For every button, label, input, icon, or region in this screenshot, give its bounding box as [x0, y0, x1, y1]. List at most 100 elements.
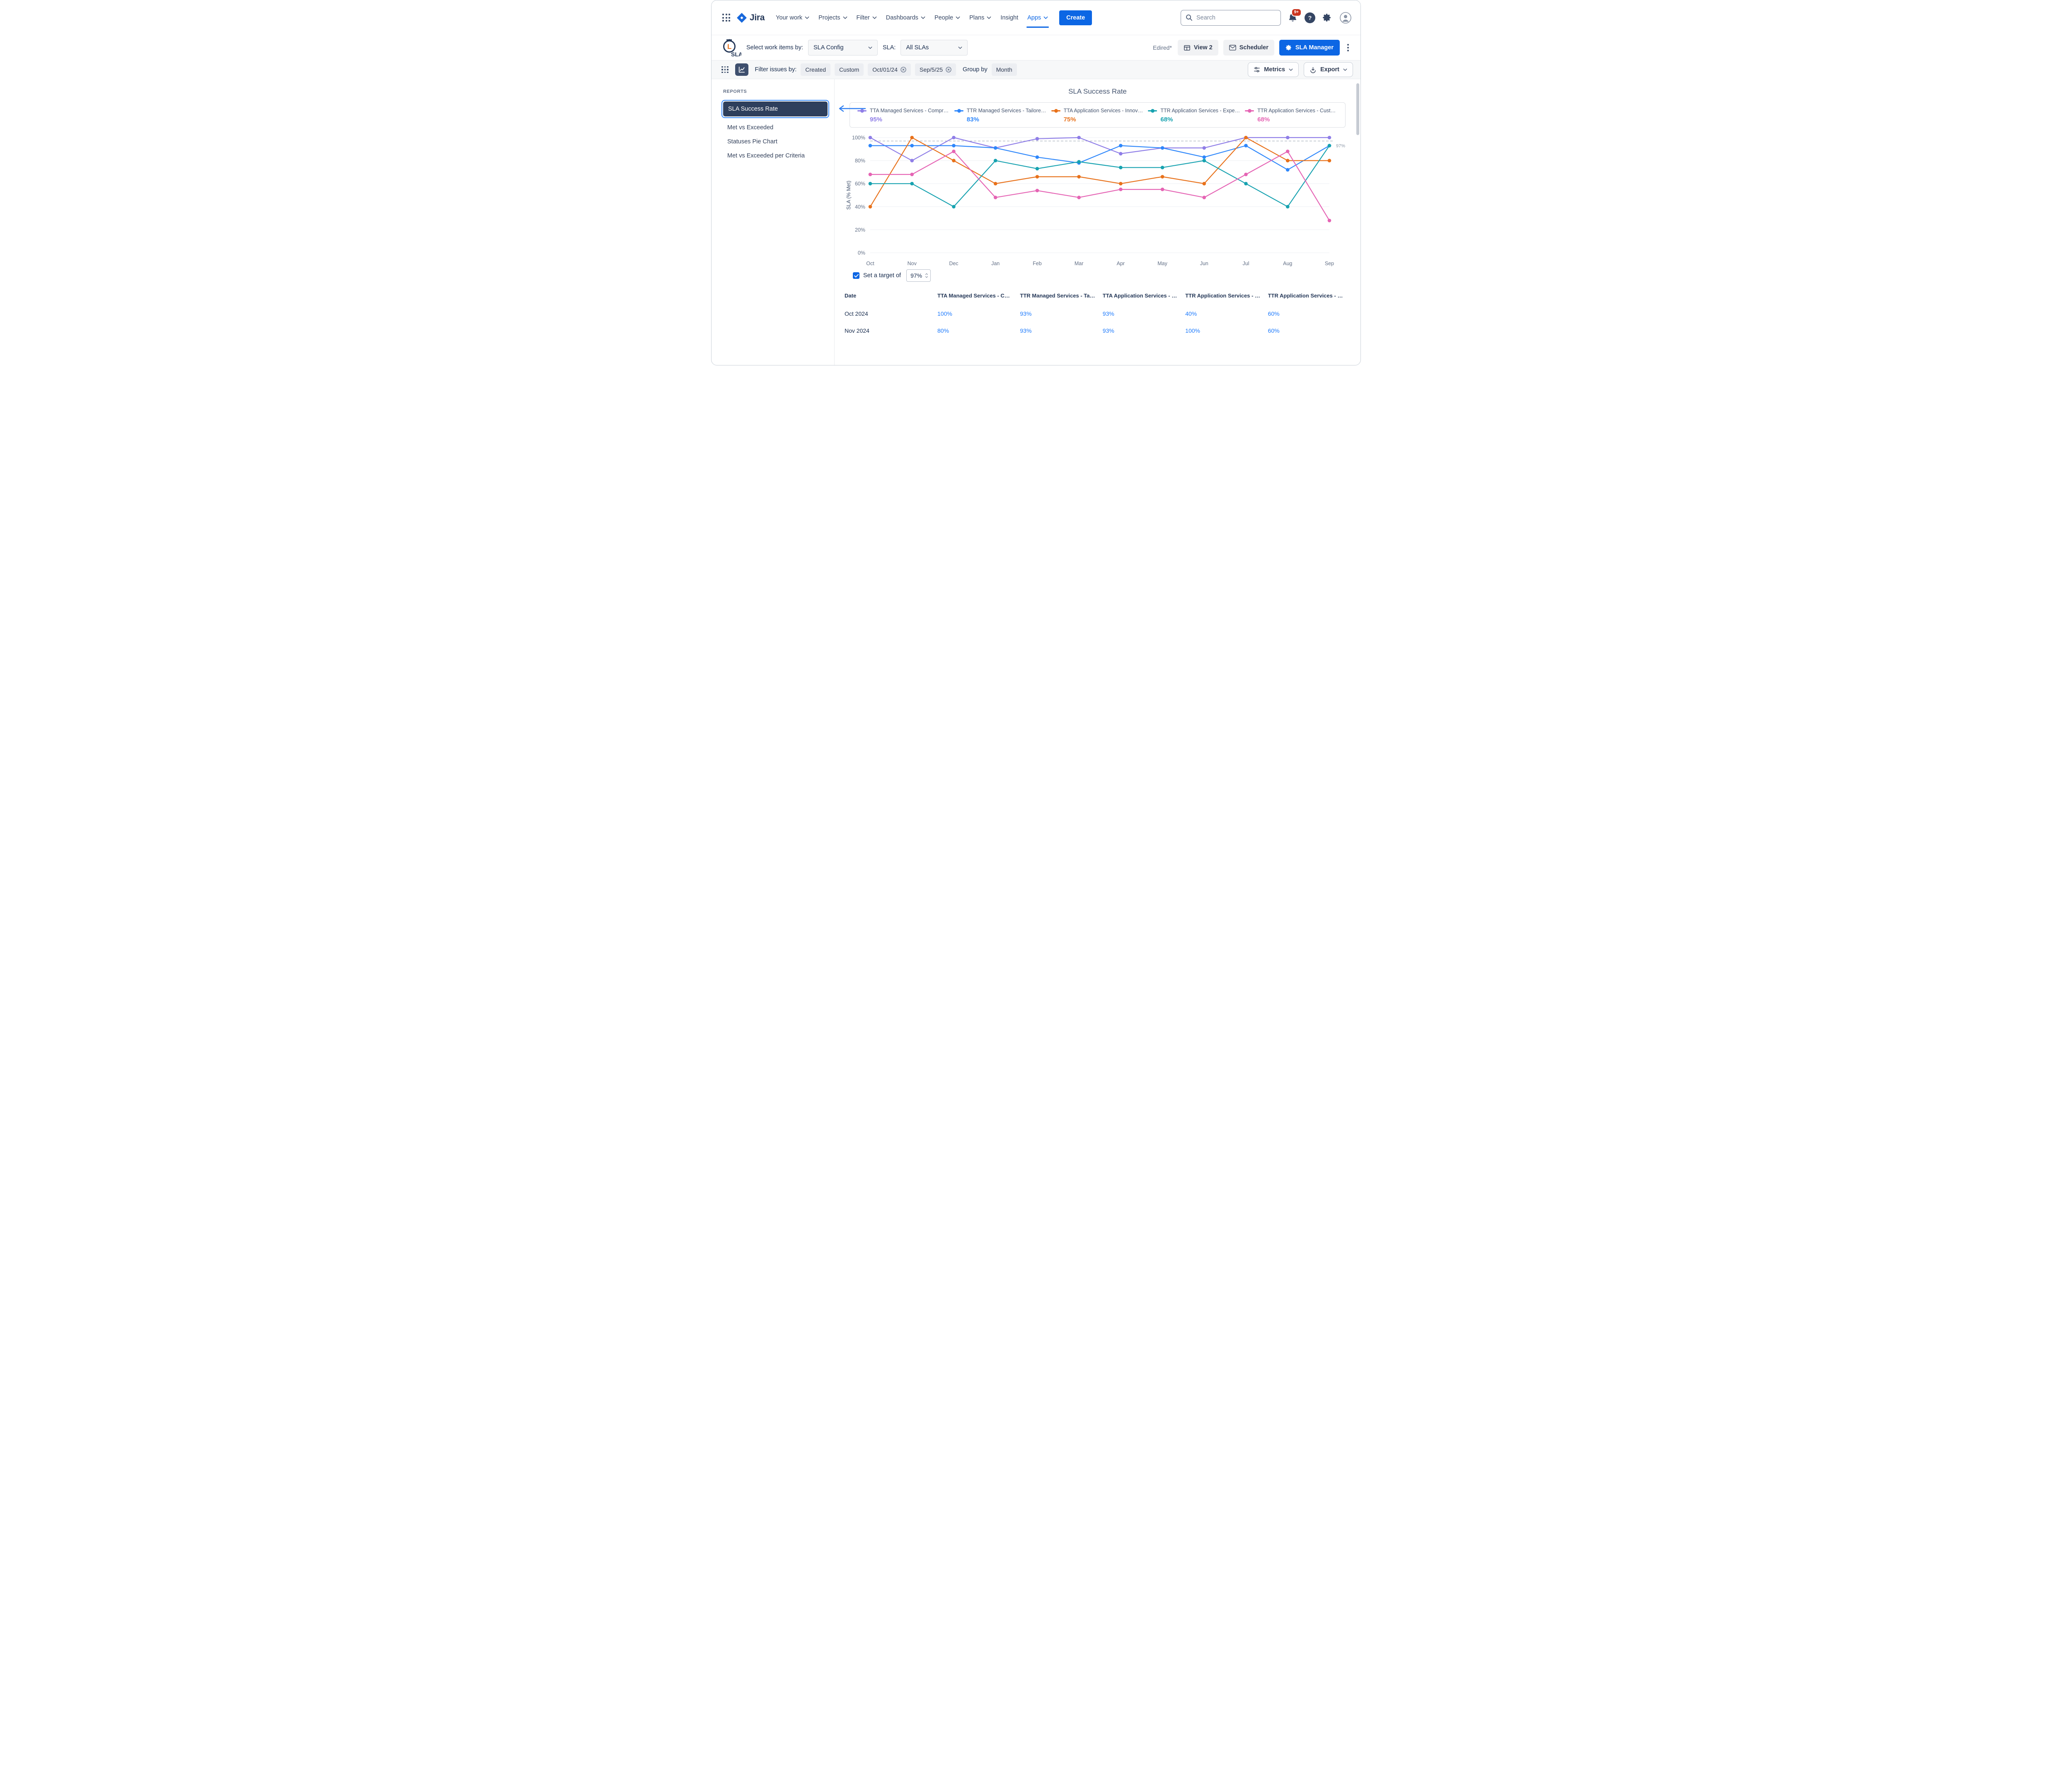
export-button[interactable]: Export: [1304, 62, 1353, 77]
top-nav-right: 9+ ?: [1181, 10, 1352, 26]
gear-icon: [1322, 13, 1332, 22]
svg-text:Jun: Jun: [1200, 261, 1208, 266]
table-value-link[interactable]: 60%: [1268, 327, 1351, 334]
filter-chip-custom[interactable]: Custom: [835, 63, 864, 76]
nav-people[interactable]: People: [930, 10, 965, 25]
chevron-down-icon: [843, 16, 847, 19]
sidebar-item-met-vs-exceeded[interactable]: Met vs Exceeded: [721, 121, 829, 135]
table-value-link[interactable]: 93%: [1020, 327, 1102, 334]
target-stepper-down[interactable]: [925, 276, 928, 278]
chart-title: SLA Success Rate: [845, 87, 1351, 96]
download-icon: [1310, 66, 1317, 73]
legend-item[interactable]: TTR Application Services - Custo… 68%: [1245, 108, 1338, 123]
scheduler-button[interactable]: Scheduler: [1223, 40, 1274, 56]
table-icon: [1184, 44, 1191, 51]
sidebar-item-statuses-pie-chart[interactable]: Statuses Pie Chart: [721, 135, 829, 149]
select-work-items-label: Select work items by:: [746, 44, 803, 51]
chevron-down-icon: [872, 16, 877, 19]
remove-date-to-icon[interactable]: [946, 67, 951, 73]
sla-manager-button[interactable]: SLA Manager: [1279, 40, 1340, 56]
filter-chip-date-to[interactable]: Sep/5/25: [915, 63, 956, 76]
svg-text:Dec: Dec: [949, 261, 958, 266]
series-marker-icon: [1051, 109, 1060, 113]
table-header: TTR Managed Services - Tailore…: [1020, 293, 1102, 299]
filter-chip-created[interactable]: Created: [801, 63, 830, 76]
svg-text:Feb: Feb: [1033, 261, 1042, 266]
sla-line-chart: 0%20%40%60%80%100%OctNovDecJanFebMarAprM…: [845, 131, 1351, 268]
sla-app-logo: L SLA: [721, 38, 741, 57]
series-average: 68%: [1257, 116, 1338, 123]
table-value-link[interactable]: 93%: [1020, 310, 1102, 317]
table-value-link[interactable]: 40%: [1185, 310, 1268, 317]
search-input[interactable]: [1196, 15, 1276, 21]
reports-heading: REPORTS: [723, 89, 829, 94]
target-input[interactable]: [910, 272, 924, 279]
sidebar-item-label: Statuses Pie Chart: [727, 138, 777, 145]
table-value-link[interactable]: 93%: [1103, 327, 1185, 334]
legend-item[interactable]: TTA Managed Services - Compreh… 95%: [857, 108, 950, 123]
svg-text:40%: 40%: [855, 204, 865, 210]
nav-your-work[interactable]: Your work: [771, 10, 814, 25]
table-value-link[interactable]: 80%: [937, 327, 1020, 334]
table-value-link[interactable]: 60%: [1268, 310, 1351, 317]
remove-date-from-icon[interactable]: [900, 67, 906, 73]
chevron-down-icon: [805, 16, 809, 19]
nav-projects[interactable]: Projects: [814, 10, 852, 25]
jira-mark-icon: [737, 13, 747, 23]
target-checkbox[interactable]: [853, 272, 859, 279]
nav-dashboards[interactable]: Dashboards: [881, 10, 930, 25]
target-stepper-up[interactable]: [925, 273, 928, 275]
search-icon: [1186, 14, 1193, 21]
target-input-box: [906, 269, 931, 282]
table-value-link[interactable]: 100%: [937, 310, 1020, 317]
filter-chip-date-from[interactable]: Oct/01/24: [868, 63, 911, 76]
sla-manager-label: SLA Manager: [1295, 44, 1334, 51]
work-items-select[interactable]: SLA Config: [808, 40, 878, 56]
nav-label: Plans: [969, 15, 984, 21]
legend-item[interactable]: TTR Managed Services - Tailored I… 83%: [954, 108, 1047, 123]
series-label: TTA Application Services - Innova…: [1064, 108, 1144, 114]
notifications-button[interactable]: 9+: [1287, 12, 1298, 23]
envelope-icon: [1229, 45, 1236, 51]
more-options-button[interactable]: [1345, 41, 1351, 55]
nav-apps[interactable]: Apps: [1023, 10, 1053, 25]
series-label: TTR Application Services - Expert…: [1160, 108, 1241, 114]
sla-logo-text: SLA: [731, 51, 741, 57]
table-value-link[interactable]: 100%: [1185, 327, 1268, 334]
chevron-down-icon: [921, 16, 925, 19]
help-button[interactable]: ?: [1305, 12, 1315, 23]
app-switcher-icon[interactable]: [720, 11, 733, 24]
search-box[interactable]: [1181, 10, 1281, 26]
nav-plans[interactable]: Plans: [965, 10, 996, 25]
settings-button[interactable]: [1322, 12, 1333, 23]
table-header: TTA Managed Services - Compr…: [937, 293, 1020, 299]
grid-view-toggle[interactable]: [719, 64, 731, 76]
chevron-up-icon: [925, 273, 928, 275]
chevron-down-icon: [925, 276, 928, 278]
gear-icon: [1285, 44, 1292, 51]
sidebar-item-met-vs-exceeded-per-criteria[interactable]: Met vs Exceeded per Criteria: [721, 149, 829, 163]
jira-logo[interactable]: Jira: [737, 13, 765, 23]
chart-legend: TTA Managed Services - Compreh… 95% TTR …: [850, 102, 1346, 128]
export-label: Export: [1320, 66, 1339, 73]
nav-insight[interactable]: Insight: [996, 10, 1023, 25]
avatar[interactable]: [1339, 11, 1352, 24]
chip-label: Custom: [839, 66, 859, 73]
create-button[interactable]: Create: [1059, 10, 1092, 25]
series-label: TTR Application Services - Custo…: [1257, 108, 1338, 114]
legend-item[interactable]: TTA Application Services - Innova… 75%: [1051, 108, 1144, 123]
sla-select[interactable]: All SLAs: [900, 40, 968, 56]
table-header: TTR Application Services - Expe…: [1185, 293, 1268, 299]
legend-item[interactable]: TTR Application Services - Expert… 68%: [1148, 108, 1241, 123]
line-chart-icon: [738, 66, 746, 73]
chart-view-toggle[interactable]: [735, 63, 748, 76]
group-by-month-chip[interactable]: Month: [992, 63, 1017, 76]
table-value-link[interactable]: 93%: [1103, 310, 1185, 317]
nav-filter[interactable]: Filter: [852, 10, 881, 25]
series-marker-icon: [954, 109, 963, 113]
metrics-button[interactable]: Metrics: [1248, 62, 1299, 77]
scrollbar[interactable]: [1356, 83, 1359, 135]
notification-badge: 9+: [1291, 8, 1302, 17]
view-button[interactable]: View 2: [1178, 40, 1218, 56]
sidebar-item-sla-success-rate[interactable]: SLA Success Rate: [721, 100, 829, 118]
